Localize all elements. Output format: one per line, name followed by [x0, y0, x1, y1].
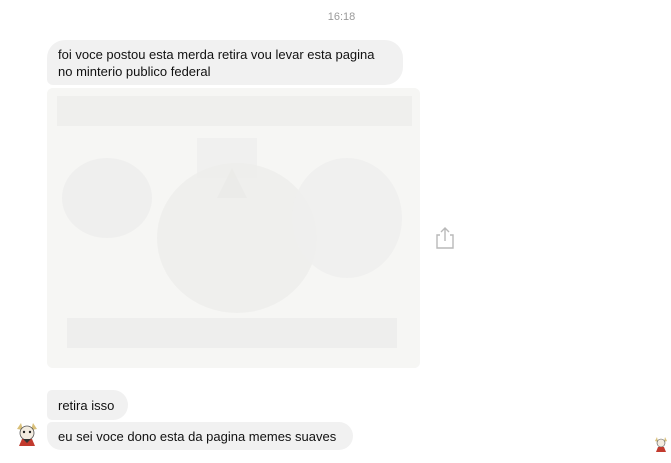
message-bubble[interactable]: eu sei voce dono esta da pagina memes su…: [47, 422, 353, 450]
message-bubble[interactable]: retira isso: [47, 390, 128, 420]
avatar-icon[interactable]: [14, 421, 40, 447]
seen-avatar-icon: [654, 436, 668, 452]
message-text-line: foi voce postou esta merda retira vou le…: [58, 47, 375, 62]
conversation-view: 16:18 foi voce postou esta merda retira …: [0, 0, 671, 463]
message-text: eu sei voce dono esta da pagina memes su…: [58, 429, 337, 444]
message-timestamp: 16:18: [327, 11, 356, 23]
shared-image[interactable]: [47, 88, 420, 368]
message-text: retira isso: [58, 398, 115, 413]
faded-meme-image: [47, 88, 420, 368]
message-text-line: no minterio publico federal: [58, 64, 211, 79]
message-bubble[interactable]: foi voce postou esta merda retira vou le…: [47, 40, 403, 85]
share-icon[interactable]: [434, 226, 456, 250]
